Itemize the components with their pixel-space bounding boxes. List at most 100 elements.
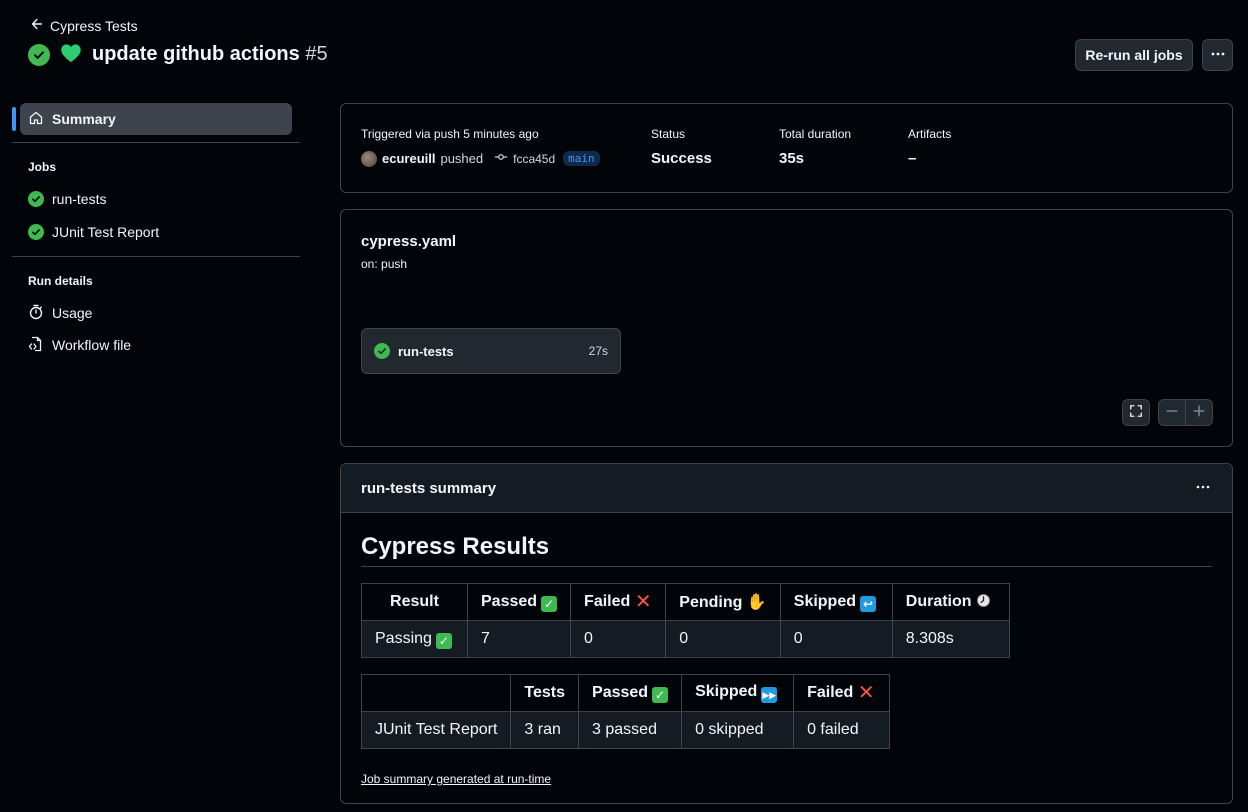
jobs-heading: Jobs xyxy=(28,160,57,174)
status-label: Status xyxy=(651,127,686,141)
branch-badge[interactable]: main xyxy=(563,151,600,166)
sidebar-item-run-tests[interactable]: run-tests xyxy=(12,183,300,215)
table-cell: 0 xyxy=(570,620,667,658)
cypress-results-table: Result Passed ✓ Failed ✕ Pending ✋ Skipped… xyxy=(361,583,1010,658)
sidebar-item-summary[interactable]: Summary xyxy=(12,103,292,135)
return-arrow-icon: ↩ xyxy=(860,595,876,612)
table-header: Skipped ↩ xyxy=(779,583,893,621)
table-row: JUnit Test Report 3 ran 3 passed 0 skipp… xyxy=(360,711,891,749)
trigger-label: Triggered via push 5 minutes ago xyxy=(361,127,539,141)
table-cell: 0 xyxy=(779,620,893,658)
table-header-row: Tests Passed ✓ Skipped ▶▶ Failed ✕ xyxy=(360,674,891,712)
summary-more-button[interactable] xyxy=(1194,479,1212,498)
stopwatch-icon xyxy=(28,304,44,323)
table-cell: Passing ✓ xyxy=(361,620,468,658)
table-cell: 0 skipped xyxy=(681,711,795,749)
job-summary-link[interactable]: Job summary generated at run-time xyxy=(361,772,551,786)
job-node-duration: 27s xyxy=(588,344,608,358)
green-heart-icon xyxy=(60,43,82,66)
cross-mark-icon: ✕ xyxy=(857,682,875,704)
sidebar-item-workflow-file[interactable]: Workflow file xyxy=(12,329,300,361)
commit-sha-link[interactable]: fcca45d xyxy=(513,152,555,166)
summary-heading: Cypress Results xyxy=(361,533,550,560)
sidebar-item-label: JUnit Test Report xyxy=(52,224,160,240)
cross-mark-icon: ✕ xyxy=(634,591,652,613)
clock-icon xyxy=(976,593,991,610)
rerun-all-jobs-button[interactable]: Re-run all jobs xyxy=(1075,39,1193,71)
table-cell: 7 xyxy=(466,620,572,658)
table-header: Failed ✕ xyxy=(570,583,667,621)
arrow-left-icon xyxy=(30,17,44,34)
table-cell: JUnit Test Report xyxy=(360,711,512,749)
table-header: Passed ✓ xyxy=(466,583,572,621)
sidebar-item-label: Summary xyxy=(52,111,116,127)
fullscreen-button[interactable] xyxy=(1122,399,1150,426)
junit-results-table: Tests Passed ✓ Skipped ▶▶ Failed ✕ JUnit Te… xyxy=(360,674,891,749)
zoom-in-button[interactable] xyxy=(1186,400,1212,425)
more-options-button[interactable] xyxy=(1202,39,1233,71)
table-header: Duration xyxy=(891,583,1010,621)
status-value: Success xyxy=(651,150,712,167)
table-cell: 8.308s xyxy=(891,620,1010,658)
table-row: Passing ✓ 7 0 0 0 8.308s xyxy=(361,620,1010,658)
check-mark-icon: ✓ xyxy=(652,686,669,703)
table-header: Result xyxy=(361,583,468,621)
sidebar-item-label: Workflow file xyxy=(52,337,132,353)
duration-value: 35s xyxy=(779,150,805,167)
page-title-row: update github actions #5 xyxy=(28,43,328,66)
table-header-row: Result Passed ✓ Failed ✕ Pending ✋ Skipped… xyxy=(361,583,1010,621)
sidebar-item-usage[interactable]: Usage xyxy=(12,297,300,329)
job-summary-header: run-tests summary xyxy=(341,464,1232,513)
kebab-horizontal-icon xyxy=(1194,482,1212,498)
push-action: pushed xyxy=(440,151,484,166)
dash-icon xyxy=(1165,404,1179,421)
job-summary-title: run-tests summary xyxy=(361,479,497,497)
git-commit-icon xyxy=(494,150,508,167)
sidebar: Summary xyxy=(12,103,300,135)
sidebar-item-junit-test-report[interactable]: JUnit Test Report xyxy=(12,216,300,248)
divider xyxy=(12,142,300,143)
check-circle-icon xyxy=(28,43,50,66)
job-node-label: run-tests xyxy=(398,343,454,359)
table-cell: 0 xyxy=(665,620,781,658)
table-header: Pending ✋ xyxy=(665,583,781,621)
duration-label: Total duration xyxy=(779,127,852,141)
check-circle-icon xyxy=(374,343,390,359)
back-link-label: Cypress Tests xyxy=(50,17,138,34)
heading-divider xyxy=(361,566,1212,567)
back-link[interactable]: Cypress Tests xyxy=(30,17,138,34)
workflow-file-name[interactable]: cypress.yaml xyxy=(361,233,456,250)
commit-info: ecureuill pushed fcca45d main xyxy=(361,150,600,167)
table-header: Failed ✕ xyxy=(793,674,891,712)
kebab-horizontal-icon xyxy=(1210,46,1226,65)
table-header xyxy=(360,674,512,712)
page-title: update github actions #5 xyxy=(92,43,328,66)
home-icon xyxy=(28,110,44,129)
artifacts-label: Artifacts xyxy=(908,127,952,141)
table-cell: 0 failed xyxy=(793,711,891,749)
divider xyxy=(12,256,300,257)
check-circle-icon xyxy=(28,224,44,240)
zoom-out-button[interactable] xyxy=(1159,400,1186,425)
check-mark-icon: ✓ xyxy=(541,595,558,612)
plus-icon xyxy=(1192,404,1206,421)
workflow-trigger: on: push xyxy=(361,257,408,271)
run-title: update github actions xyxy=(92,43,300,65)
check-mark-icon: ✓ xyxy=(435,632,452,649)
zoom-controls xyxy=(1158,399,1213,426)
check-circle-icon xyxy=(28,191,44,207)
run-info-card xyxy=(340,103,1233,193)
job-node-run-tests[interactable]: run-tests 27s xyxy=(361,328,621,374)
table-cell: 3 passed xyxy=(578,711,683,749)
run-number: #5 xyxy=(305,43,328,65)
next-track-icon: ▶▶ xyxy=(761,687,778,703)
table-header: Skipped ▶▶ xyxy=(681,674,795,712)
artifacts-value: – xyxy=(908,150,917,167)
file-code-icon xyxy=(28,336,44,355)
avatar[interactable] xyxy=(361,150,377,167)
screen-full-icon xyxy=(1129,404,1143,421)
sidebar-item-label: Usage xyxy=(52,305,93,321)
user-link[interactable]: ecureuill xyxy=(382,151,435,166)
sidebar-item-label: run-tests xyxy=(52,191,107,207)
table-header: Tests xyxy=(510,674,580,712)
